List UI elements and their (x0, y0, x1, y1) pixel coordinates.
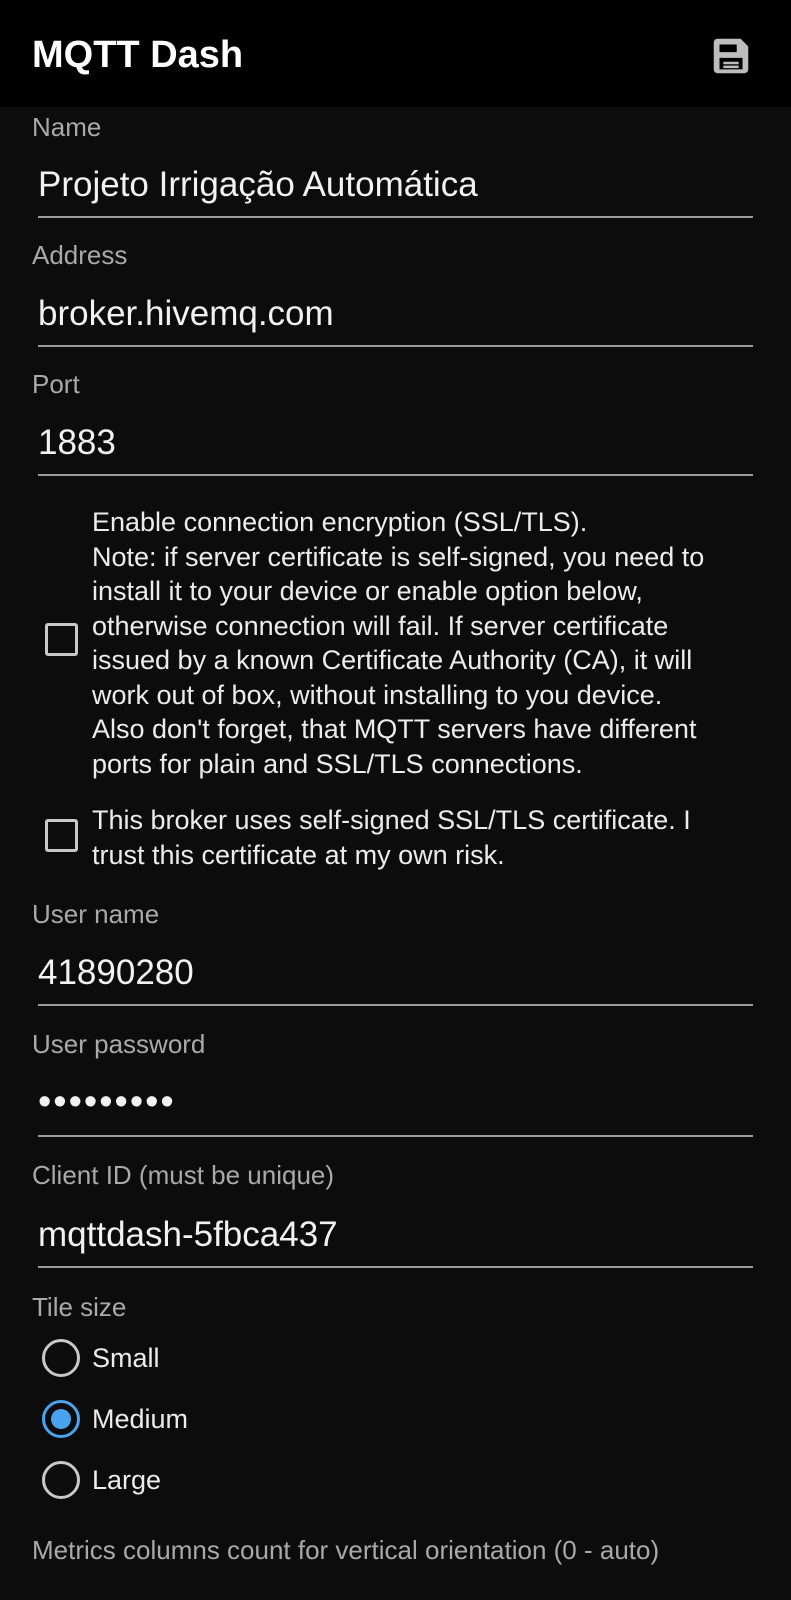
ssl-text-line: issued by a known Certificate Authority … (92, 645, 693, 675)
password-label: User password (32, 1029, 206, 1059)
client-id-label: Client ID (must be unique) (32, 1160, 335, 1190)
self-signed-text-line: trust this certificate at my own risk. (92, 839, 505, 870)
port-field[interactable]: 1883 (38, 412, 753, 476)
name-field[interactable]: Projeto Irrigação Automática (38, 154, 753, 218)
password-value: ••••••••• (38, 1081, 176, 1123)
name-label: Name (32, 112, 102, 142)
radio-label-medium[interactable]: Medium (92, 1402, 188, 1436)
ssl-checkbox-label[interactable]: Enable connection encryption (SSL/TLS). … (92, 505, 772, 781)
client-id-value: mqttdash-5fbca437 (38, 1215, 338, 1254)
ssl-checkbox[interactable] (45, 623, 78, 656)
app-bar: MQTT Dash (0, 0, 791, 107)
ssl-text-line: install it to your device or enable opti… (92, 576, 643, 606)
ssl-text-line: Also don't forget, that MQTT servers hav… (92, 714, 697, 744)
radio-label-small[interactable]: Small (92, 1341, 160, 1375)
self-signed-text-line: This broker uses self-signed SSL/TLS cer… (92, 805, 691, 835)
username-field[interactable]: 41890280 (38, 942, 753, 1006)
port-value: 1883 (38, 423, 116, 462)
ssl-text-line: Enable connection encryption (SSL/TLS). (92, 507, 588, 537)
address-field[interactable]: broker.hivemq.com (38, 283, 753, 347)
username-value: 41890280 (38, 953, 194, 992)
save-icon (713, 38, 749, 74)
radio-label-large[interactable]: Large (92, 1463, 161, 1497)
address-value: broker.hivemq.com (38, 294, 334, 333)
name-value: Projeto Irrigação Automática (38, 165, 478, 204)
ssl-text-line: otherwise connection will fail. If serve… (92, 610, 669, 641)
username-label: User name (32, 899, 160, 929)
client-id-field[interactable]: mqttdash-5fbca437 (38, 1204, 753, 1268)
address-label: Address (32, 240, 128, 270)
self-signed-checkbox-label[interactable]: This broker uses self-signed SSL/TLS cer… (92, 803, 772, 872)
save-button[interactable] (702, 28, 760, 84)
port-label: Port (32, 369, 80, 399)
ssl-text-line: work out of box, without installing to y… (92, 679, 663, 710)
ssl-text-line: ports for plain and SSL/TLS connections. (92, 748, 583, 779)
ssl-text-line: Note: if server certificate is self-sign… (92, 541, 705, 572)
radio-medium[interactable] (42, 1400, 80, 1438)
radio-small[interactable] (42, 1339, 80, 1377)
metrics-columns-label: Metrics columns count for vertical orien… (32, 1535, 660, 1565)
app-title: MQTT Dash (32, 34, 244, 76)
self-signed-checkbox[interactable] (45, 819, 78, 852)
radio-large[interactable] (42, 1461, 80, 1499)
password-field[interactable]: ••••••••• (38, 1073, 753, 1137)
tile-size-label: Tile size (32, 1292, 127, 1322)
